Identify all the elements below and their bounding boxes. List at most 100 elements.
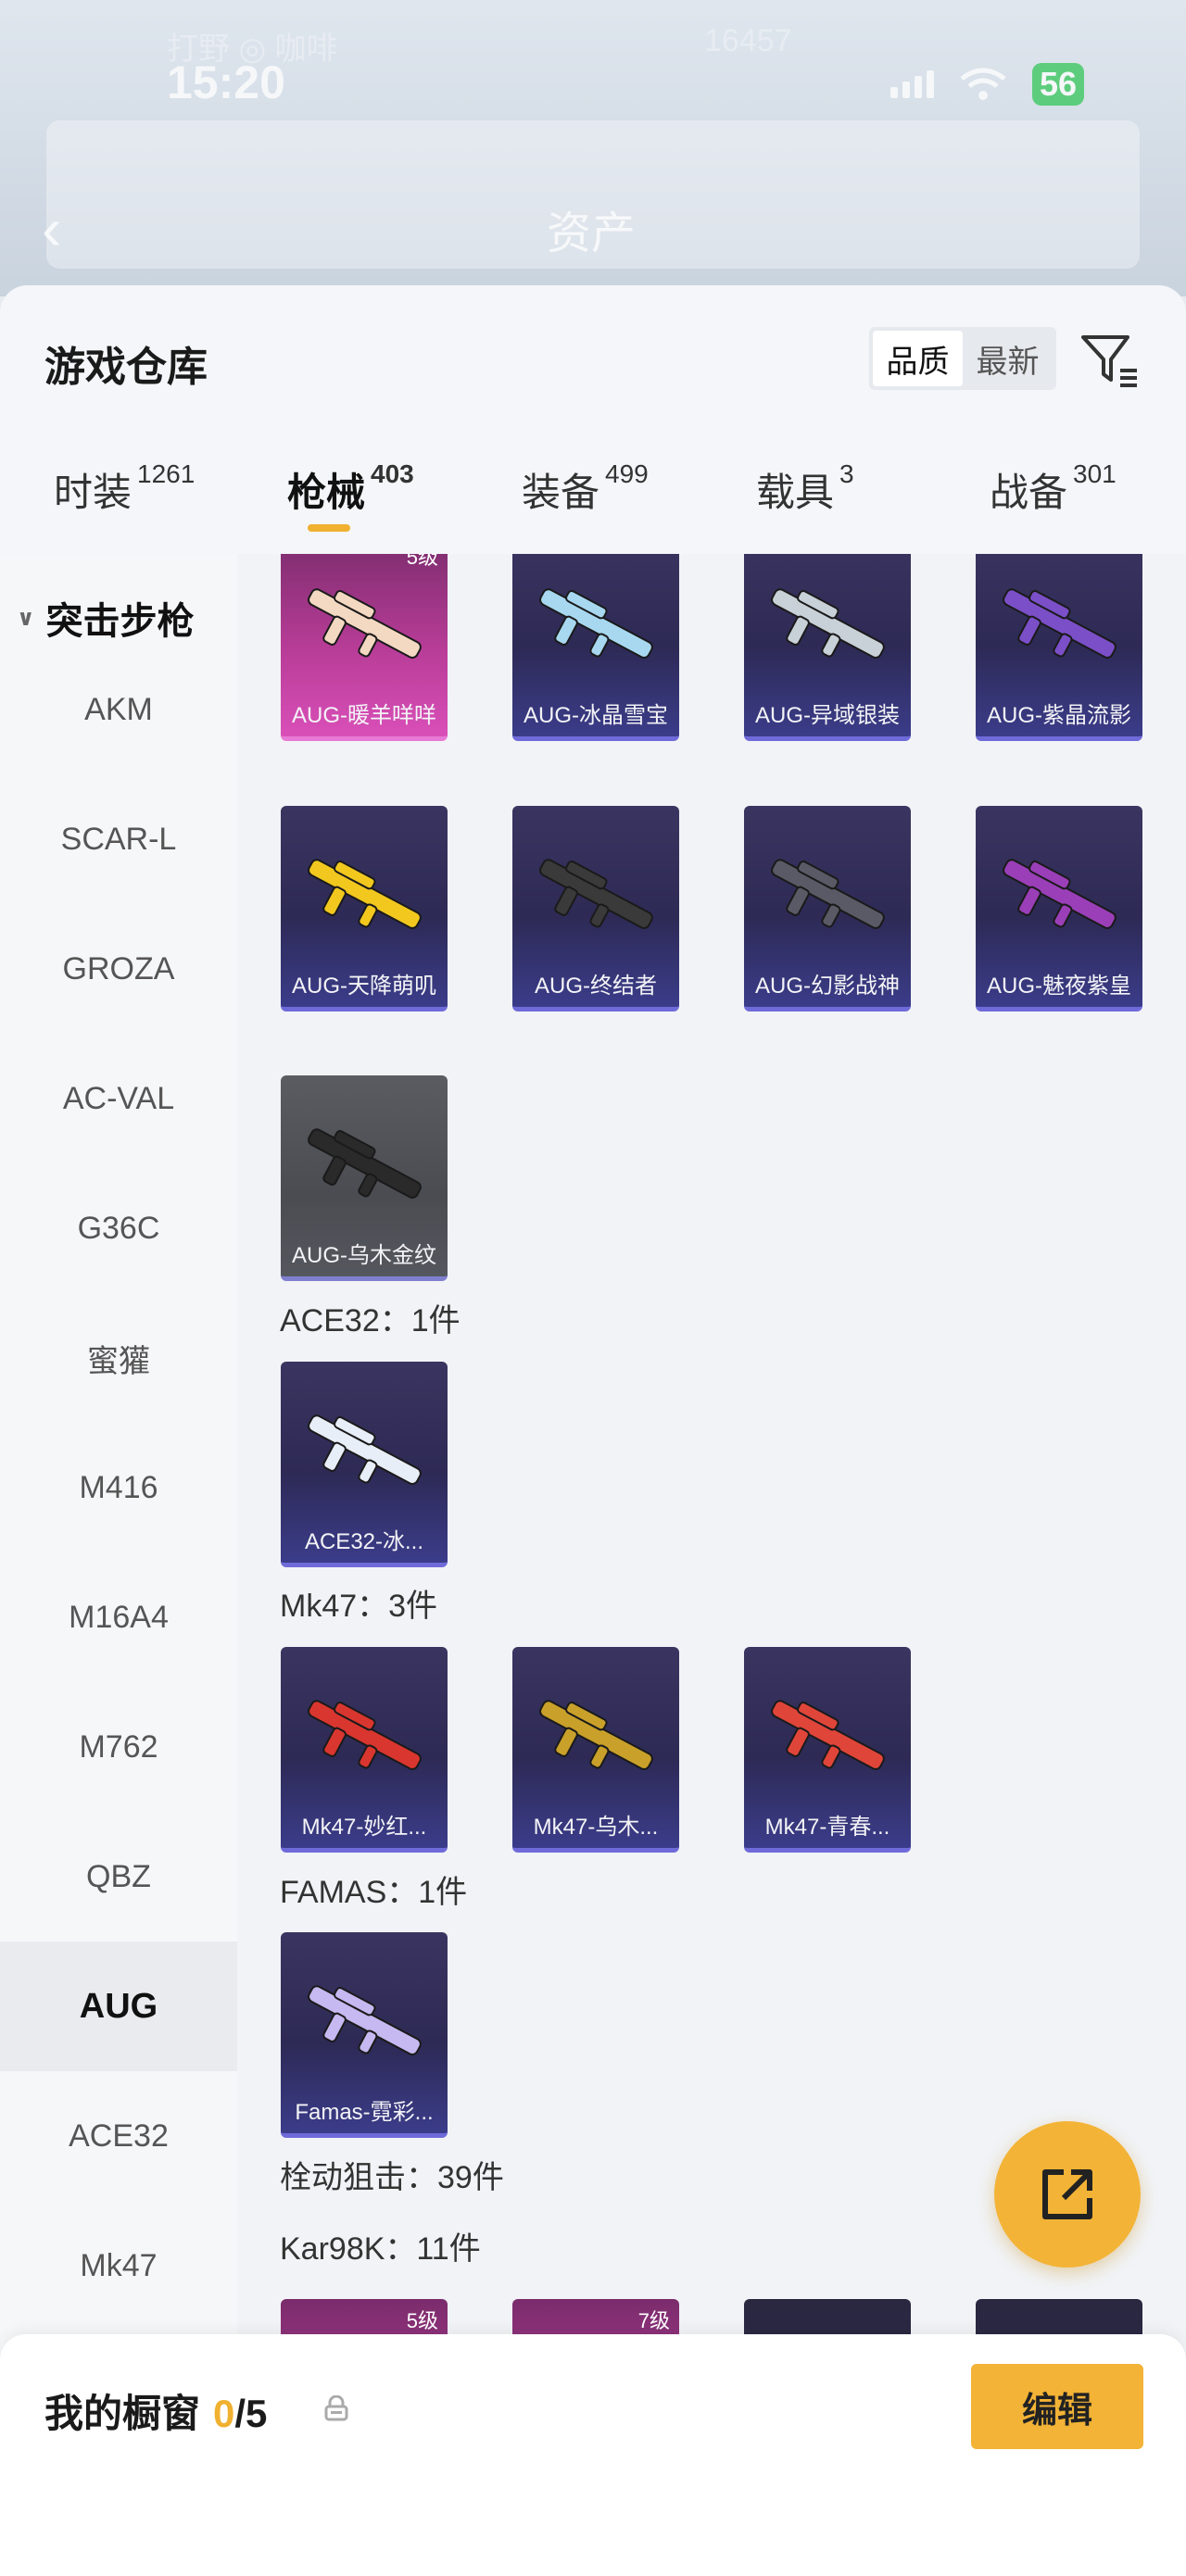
skin-card[interactable]: AUG-天降萌叽 (281, 806, 448, 1012)
skin-name: ACE32-冰... (304, 1529, 424, 1554)
skin-name: Mk47-青春... (764, 1815, 890, 1840)
tab-fashion[interactable]: 时装 1261 (54, 459, 196, 518)
battery-indicator: 56 (1031, 63, 1084, 106)
rifle-icon (308, 1128, 422, 1199)
sidebar-item-honey-badger[interactable]: 蜜獾 (0, 1293, 237, 1423)
tab-count: 1261 (137, 459, 196, 488)
status-time: 15:20 (167, 57, 285, 108)
share-button[interactable] (994, 2121, 1141, 2268)
background-page: 打野 ◎ 咖啡 16457 15:20 56 ‹ 资产 (0, 0, 1186, 296)
back-arrow-icon[interactable]: ‹ (42, 195, 61, 263)
group-label-famas: FAMAS：1件 (280, 1875, 468, 1910)
sidebar-item-aug[interactable]: AUG (0, 1941, 237, 2071)
skin-card[interactable]: Mk47-妙红... (281, 1647, 448, 1853)
skin-name: AUG-异域银装 (755, 703, 900, 728)
skin-card[interactable]: AUG-异域银装 (744, 554, 911, 741)
skin-level-badge: 7级 (637, 2309, 670, 2332)
sidebar-item-ace32[interactable]: ACE32 (0, 2071, 237, 2201)
tab-battle-gear[interactable]: 战备 301 (990, 459, 1117, 518)
tab-label: 载具 (756, 471, 835, 514)
share-icon (1042, 2169, 1092, 2219)
group-label-mk47: Mk47：3件 (280, 1589, 438, 1624)
rifle-icon (539, 588, 653, 659)
filter-icon[interactable] (1079, 332, 1141, 389)
showcase-title: 我的橱窗 0 /5 (44, 2382, 267, 2439)
skin-card[interactable]: Mk47-青春... (744, 1647, 911, 1853)
sort-newest-button[interactable]: 最新 (963, 331, 1053, 386)
rifle-icon (771, 1700, 885, 1770)
sidebar-item-groza[interactable]: GROZA (0, 904, 237, 1034)
skin-card[interactable]: AUG-幻影战神 (744, 806, 911, 1012)
sidebar-item-mk47[interactable]: Mk47 (0, 2201, 237, 2331)
tab-label: 时装 (54, 471, 132, 514)
background-title: 资产 (547, 209, 637, 258)
tab-label: 装备 (522, 471, 600, 514)
rifle-icon (308, 588, 422, 659)
showcase-bar: 我的橱窗 0 /5 编辑 (0, 2334, 1186, 2576)
skin-name: AUG-乌木金纹 (292, 1243, 436, 1268)
skin-name: AUG-终结者 (535, 974, 657, 999)
skin-name: Famas-霓彩... (295, 2100, 434, 2125)
rifle-icon (771, 859, 885, 929)
rifle-icon (1003, 859, 1117, 929)
sort-quality-button[interactable]: 品质 (873, 331, 963, 386)
showcase-label: 我的橱窗 (44, 2392, 201, 2435)
active-tab-indicator (308, 524, 350, 532)
skin-card[interactable]: AUG-乌木金纹 (281, 1075, 448, 1281)
sidebar-item-m416[interactable]: M416 (0, 1423, 237, 1552)
showcase-total-count: /5 (234, 2392, 268, 2435)
sidebar-item-ac-val[interactable]: AC-VAL (0, 1034, 237, 1163)
tab-count: 3 (839, 459, 854, 488)
signal-icon (890, 70, 934, 98)
rifle-icon (539, 859, 653, 929)
tab-equipment[interactable]: 装备 499 (522, 459, 649, 518)
sidebar-category-label: 突击步枪 (45, 601, 195, 642)
wifi-icon (960, 68, 1006, 100)
tab-vehicles[interactable]: 载具 3 (756, 459, 854, 518)
group-label-ace32: ACE32：1件 (280, 1303, 461, 1338)
sheet-title: 游戏仓库 (44, 345, 208, 390)
sidebar-item-scar-l[interactable]: SCAR-L (0, 774, 237, 904)
skin-card[interactable]: ACE32-冰... (281, 1362, 448, 1567)
tab-count: 403 (371, 459, 414, 488)
skin-grid: 5级 AUG-暖羊咩咩 AUG-冰晶雪宝 AUG-异域银装 AUG-紫晶流影 AU… (237, 554, 1186, 2576)
skin-name: AUG-紫晶流影 (987, 703, 1131, 728)
tab-count: 301 (1073, 459, 1117, 488)
tab-guns[interactable]: 枪械 403 (287, 459, 414, 518)
skin-card[interactable]: 5级 AUG-暖羊咩咩 (281, 554, 448, 741)
skin-name: Mk47-妙红... (301, 1815, 427, 1840)
edit-showcase-button[interactable]: 编辑 (971, 2364, 1143, 2449)
rifle-icon (308, 859, 422, 929)
skin-card[interactable]: Mk47-乌木... (512, 1647, 679, 1853)
skin-name: AUG-暖羊咩咩 (292, 703, 436, 728)
rifle-icon (1003, 588, 1117, 659)
sidebar-item-m762[interactable]: M762 (0, 1682, 237, 1812)
sidebar-item-g36c[interactable]: G36C (0, 1163, 237, 1293)
skin-card[interactable]: AUG-终结者 (512, 806, 679, 1012)
skin-card[interactable]: Famas-霓彩... (281, 1932, 448, 2138)
sidebar-item-m16a4[interactable]: M16A4 (0, 1552, 237, 1682)
skin-name: AUG-幻影战神 (755, 974, 900, 999)
rifle-icon (539, 1700, 653, 1770)
sidebar-item-akm[interactable]: AKM (0, 645, 237, 774)
chevron-down-icon: ∨ (17, 605, 35, 631)
tab-count: 499 (605, 459, 649, 488)
skin-level-badge: 5级 (406, 554, 438, 569)
showcase-current-count: 0 (213, 2392, 235, 2435)
skin-level-badge: 5级 (406, 2309, 438, 2332)
group-label-bolt-action: 栓动狙击：39件 (280, 2160, 504, 2195)
skin-name: AUG-天降萌叽 (292, 974, 436, 999)
background-faint-number: 16457 (704, 23, 792, 58)
sidebar-item-qbz[interactable]: QBZ (0, 1812, 237, 1941)
rifle-icon (771, 588, 885, 659)
tab-label: 战备 (990, 471, 1068, 514)
sidebar-category-assault-rifle[interactable]: ∨ 突击步枪 (17, 591, 195, 645)
rifle-icon (308, 1700, 422, 1770)
skin-card[interactable]: AUG-紫晶流影 (976, 554, 1142, 741)
sheet-header: 游戏仓库 品质 最新 时装 1261 枪械 403 装备 499 载具 3 战备… (0, 285, 1186, 554)
rifle-icon (308, 1985, 422, 2055)
rifle-icon (308, 1414, 422, 1485)
skin-card[interactable]: AUG-冰晶雪宝 (512, 554, 679, 741)
tab-label: 枪械 (287, 471, 366, 514)
skin-card[interactable]: AUG-魅夜紫皇 (976, 806, 1142, 1012)
